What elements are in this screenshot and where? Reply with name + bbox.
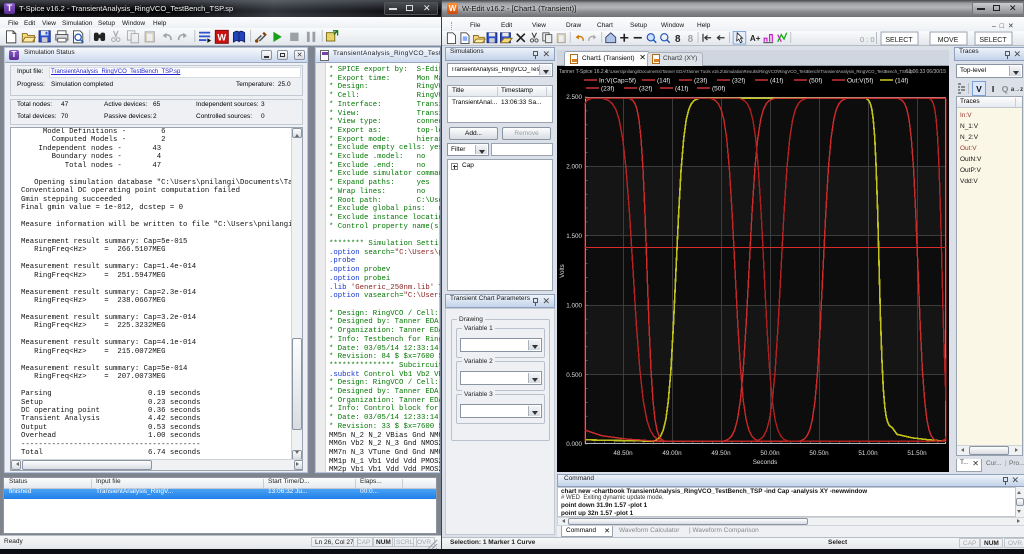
svg-text:8: 8 [675,34,681,45]
svg-text:51.50n: 51.50n [907,450,927,457]
svg-text:49.50n: 49.50n [711,450,731,457]
svg-text:49.00n: 49.00n [662,450,682,457]
svg-text:a→z: a→z [1011,87,1023,93]
svg-text:A+: A+ [750,34,761,43]
svg-text:SELECT: SELECT [885,37,913,44]
svg-text:(41f): (41f) [770,78,783,85]
svg-text:(50f): (50f) [809,78,822,85]
svg-text:8: 8 [688,34,694,45]
svg-text:2.000: 2.000 [566,164,582,171]
svg-text:(23f): (23f) [694,78,707,85]
svg-text:(14f): (14f) [895,78,908,85]
svg-text:Out:V(5f): Out:V(5f) [847,78,873,85]
svg-text:13:06:33 06/30/15: 13:06:33 06/30/15 [906,69,947,75]
svg-text:(23f): (23f) [601,86,614,93]
svg-text:Volts: Volts [559,264,566,278]
svg-text:In:V(Cap=5f): In:V(Cap=5f) [599,78,636,85]
svg-text:(32f): (32f) [732,78,745,85]
svg-text:1.500: 1.500 [566,233,582,240]
svg-text:MOVE: MOVE [938,37,959,44]
svg-text:48.50n: 48.50n [613,450,633,457]
svg-text:W: W [217,33,226,43]
svg-text:0.500: 0.500 [566,372,582,379]
svg-text:I: I [992,84,994,94]
svg-text:(32f): (32f) [639,86,652,93]
svg-text:0.000: 0.000 [566,441,582,448]
svg-text:51.00n: 51.00n [858,450,878,457]
svg-text:Q: Q [1002,84,1009,94]
svg-text:SELECT: SELECT [979,37,1007,44]
svg-text:(41f): (41f) [675,86,688,93]
svg-text:50.00n: 50.00n [760,450,780,457]
svg-text:50.50n: 50.50n [809,450,829,457]
svg-text:C:\Users\pnilangi\Documents\Ta: C:\Users\pnilangi\Documents\Tanner EDA\T… [605,69,913,74]
svg-text:2.500: 2.500 [566,94,582,101]
svg-text:(14f): (14f) [657,78,670,85]
svg-text:1.000: 1.000 [566,302,582,309]
svg-text:0 : 0: 0 : 0 [860,35,875,44]
svg-text:Tanner T-Spice 16.2.4: Tanner T-Spice 16.2.4 [559,69,608,75]
svg-text:V: V [976,84,982,94]
svg-text:Seconds: Seconds [753,459,778,466]
svg-text:(50f): (50f) [712,86,725,93]
